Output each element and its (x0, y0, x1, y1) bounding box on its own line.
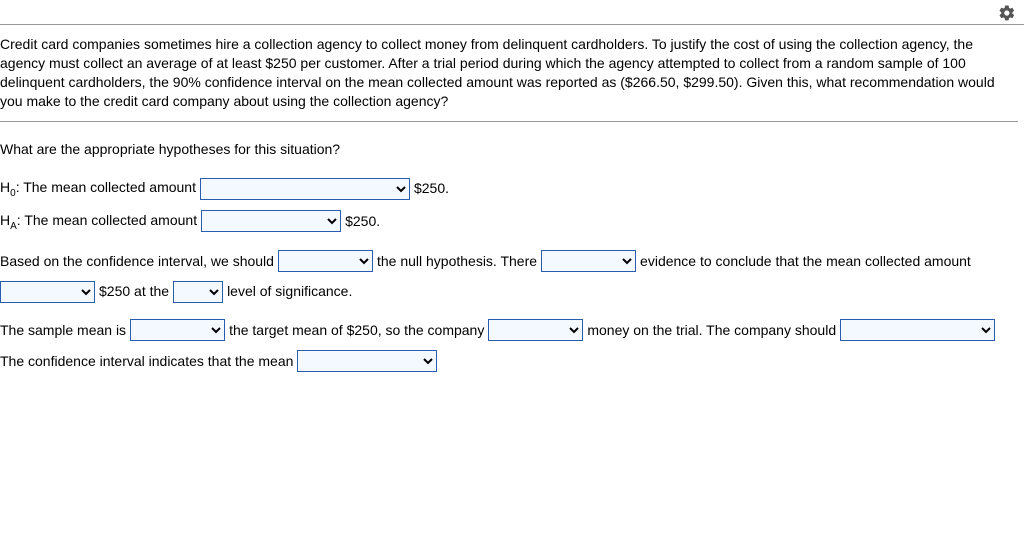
ci-decision-tail: evidence to conclude that the mean colle… (640, 248, 971, 275)
h0-tail: $250. (414, 175, 449, 202)
sample-mean-mid: the target mean of $250, so the company (229, 317, 484, 344)
evidence-select[interactable] (541, 250, 636, 272)
made-lost-select[interactable] (488, 319, 583, 341)
sample-mean-tail: money on the trial. The company should (587, 317, 836, 344)
above-below-select[interactable] (130, 319, 225, 341)
h0-comparison-select[interactable] (200, 178, 410, 200)
ha-label: HA: The mean collected amount (0, 207, 197, 236)
ci-indicates-prefix: The confidence interval indicates that t… (0, 348, 293, 375)
hypothesis-question: What are the appropriate hypotheses for … (0, 136, 340, 163)
ci-decision-mid: the null hypothesis. There (377, 248, 537, 275)
ha-tail: $250. (345, 208, 380, 235)
h0-label: H0: The mean collected amount (0, 174, 196, 203)
ci-indicates-select[interactable] (297, 350, 437, 372)
sample-mean-prefix: The sample mean is (0, 317, 126, 344)
ha-comparison-select[interactable] (201, 210, 341, 232)
gear-icon[interactable] (998, 4, 1016, 22)
top-toolbar (0, 0, 1024, 25)
question-content: Credit card companies sometimes hire a c… (0, 25, 1024, 374)
problem-statement: Credit card companies sometimes hire a c… (0, 31, 1018, 122)
reject-select[interactable] (278, 250, 373, 272)
alpha-select[interactable] (173, 281, 223, 303)
recommendation-select[interactable] (840, 319, 995, 341)
sig-tail: level of significance. (227, 278, 352, 305)
sig-mid: $250 at the (99, 278, 169, 305)
compare-250-select[interactable] (0, 281, 95, 303)
ci-decision-prefix: Based on the confidence interval, we sho… (0, 248, 274, 275)
